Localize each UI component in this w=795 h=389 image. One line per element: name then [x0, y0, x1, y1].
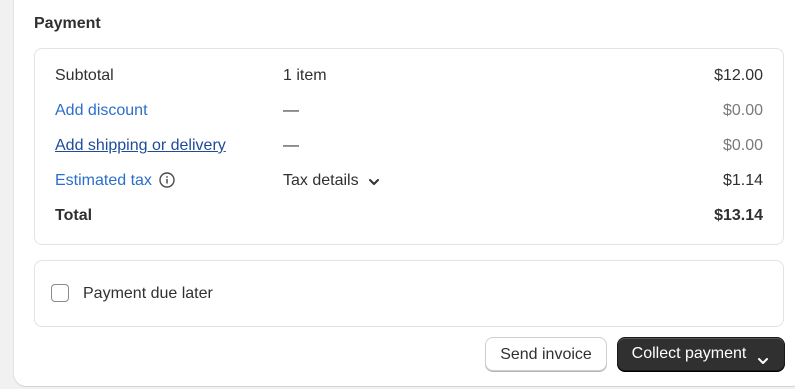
subtotal-amount: $12.00 — [714, 67, 763, 84]
collect-payment-label: Collect payment — [631, 345, 747, 362]
chevron-down-icon — [756, 347, 770, 364]
payment-summary: Subtotal 1 item $12.00 Add discount — $0… — [34, 48, 784, 245]
payment-due-later-box: Payment due later — [34, 260, 784, 327]
payment-due-later-label[interactable]: Payment due later — [83, 283, 213, 305]
summary-row-subtotal: Subtotal 1 item $12.00 — [55, 65, 763, 87]
chevron-down-icon — [367, 174, 381, 188]
total-label: Total — [55, 207, 93, 224]
tax-details-label: Tax details — [283, 172, 359, 189]
discount-placeholder: — — [283, 102, 299, 119]
add-shipping-link[interactable]: Add shipping or delivery — [55, 135, 226, 157]
subtotal-label: Subtotal — [55, 67, 114, 84]
estimated-tax-group: Estimated tax — [55, 170, 175, 192]
payment-due-later-checkbox[interactable] — [51, 284, 69, 302]
shipping-amount: $0.00 — [722, 137, 763, 154]
section-title: Payment — [34, 15, 101, 32]
summary-row-tax: Estimated tax Tax details $1.14 — [55, 170, 763, 192]
total-amount: $13.14 — [714, 207, 763, 224]
discount-amount: $0.00 — [722, 102, 763, 119]
collect-payment-button[interactable]: Collect payment — [617, 337, 785, 371]
summary-row-total: Total $13.14 — [55, 205, 763, 227]
estimated-tax-link[interactable]: Estimated tax — [55, 172, 152, 189]
send-invoice-button[interactable]: Send invoice — [485, 337, 607, 371]
info-icon[interactable] — [159, 172, 175, 188]
add-discount-link[interactable]: Add discount — [55, 100, 148, 122]
summary-row-shipping: Add shipping or delivery — $0.00 — [55, 135, 763, 157]
tax-details-toggle[interactable]: Tax details — [283, 170, 381, 192]
subtotal-item-count: 1 item — [283, 67, 327, 84]
summary-row-discount: Add discount — $0.00 — [55, 100, 763, 122]
tax-amount: $1.14 — [722, 172, 763, 189]
shipping-placeholder: — — [283, 137, 299, 154]
